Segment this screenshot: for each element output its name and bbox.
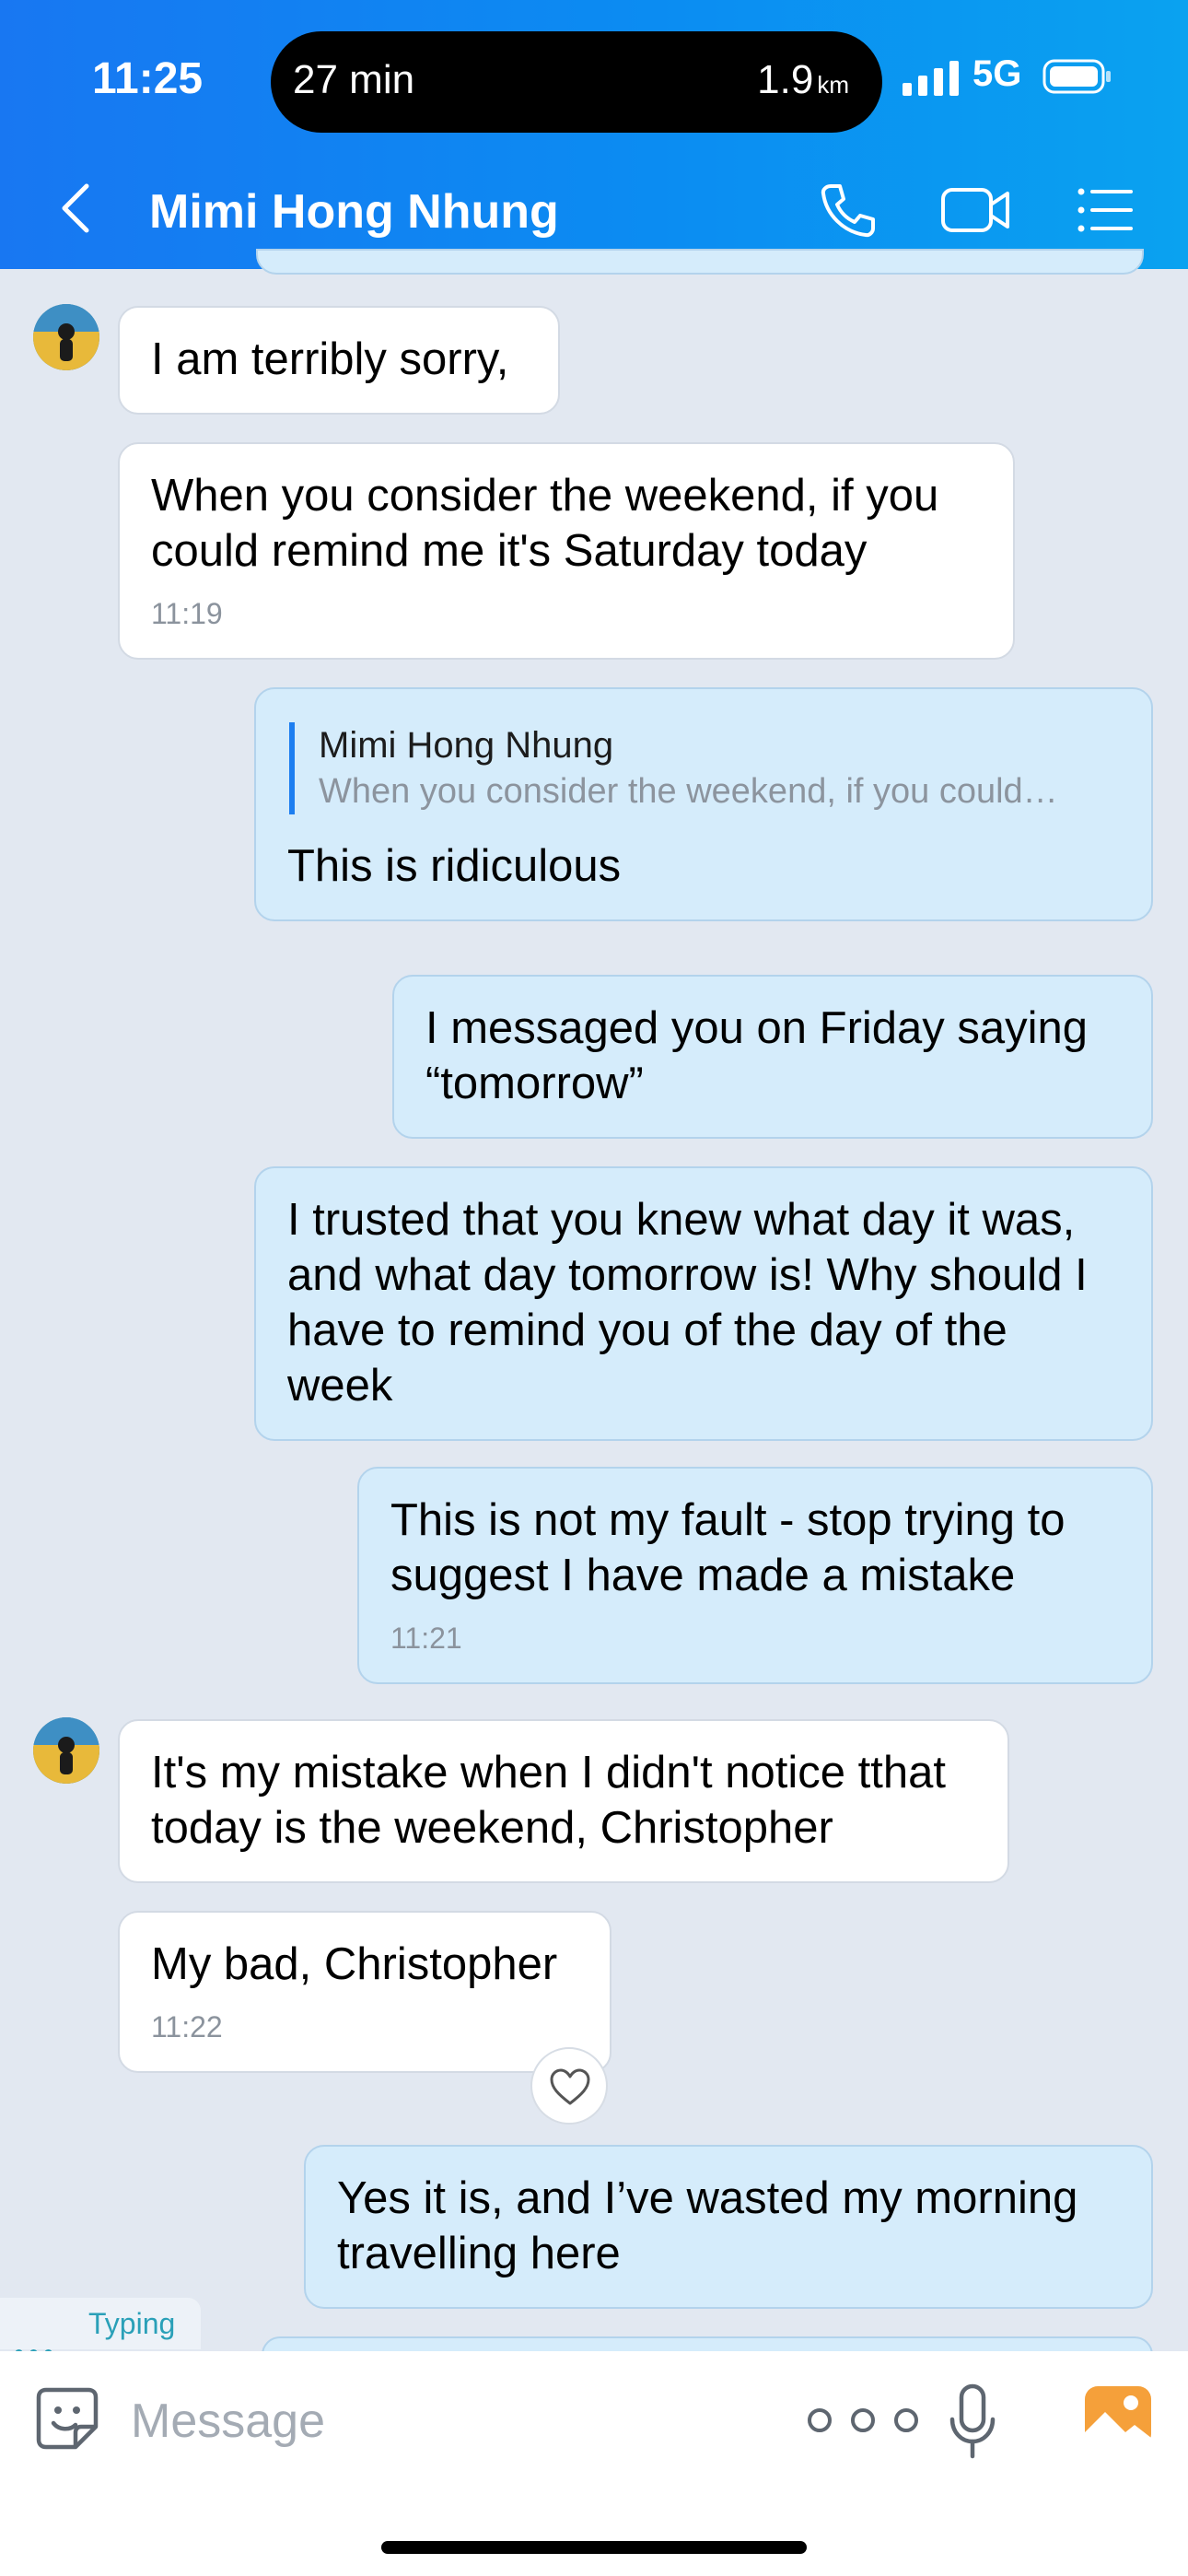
message-bubble-incoming[interactable]: I am terribly sorry,: [118, 306, 560, 415]
island-duration: 27 min: [293, 57, 415, 102]
message-bubble-outgoing[interactable]: This is not my fault - stop trying to su…: [357, 1467, 1153, 1684]
contact-avatar[interactable]: [33, 304, 99, 370]
chevron-left-icon[interactable]: [57, 181, 94, 236]
message-text: I trusted that you knew what day it was,…: [287, 1195, 1088, 1411]
message-bubble-incoming[interactable]: When you consider the weekend, if you co…: [118, 442, 1015, 660]
message-text: It's my mistake when I didn't notice tth…: [151, 1748, 946, 1853]
reply-quote-name: Mimi Hong Nhung: [319, 725, 614, 766]
network-type: 5G: [973, 53, 1022, 94]
chat-title[interactable]: Mimi Hong Nhung: [149, 184, 559, 240]
message-text: This is not my fault - stop trying to su…: [390, 1495, 1066, 1600]
status-time: 11:25: [92, 54, 204, 103]
message-bubble-outgoing[interactable]: I messaged you on Friday saying “tomorro…: [392, 975, 1153, 1139]
message-text: This is ridiculous: [287, 841, 622, 891]
message-text: I messaged you on Friday saying “tomorro…: [425, 1003, 1089, 1108]
message-bubble-incoming[interactable]: It's my mistake when I didn't notice tth…: [118, 1719, 1009, 1883]
reply-quote[interactable]: Mimi Hong Nhung When you consider the we…: [289, 722, 1120, 814]
home-indicator[interactable]: [381, 2541, 807, 2554]
heart-icon: [550, 2068, 590, 2105]
previous-message-bubble[interactable]: [256, 249, 1144, 275]
battery-icon: [1042, 59, 1111, 94]
dynamic-island[interactable]: 27 min 1.9 km: [271, 31, 882, 133]
typing-indicator: Typing: [0, 2298, 201, 2358]
message-bubble-outgoing[interactable]: I trusted that you knew what day it was,…: [254, 1166, 1153, 1441]
message-input[interactable]: [129, 2388, 685, 2454]
image-icon[interactable]: [1083, 2384, 1153, 2449]
reaction-button[interactable]: [530, 2047, 608, 2125]
avatar-image: [33, 304, 99, 370]
message-time: 11:22: [151, 2010, 223, 2043]
message-bubble-outgoing[interactable]: Yes it is, and I’ve wasted my morning tr…: [304, 2145, 1153, 2309]
message-time: 11:19: [151, 597, 223, 630]
avatar-image: [33, 1717, 99, 1784]
island-distance: 1.9 km: [757, 57, 849, 103]
message-bubble-outgoing[interactable]: Mimi Hong Nhung When you consider the we…: [254, 687, 1153, 921]
video-camera-icon[interactable]: [939, 182, 1013, 238]
phone-icon[interactable]: [818, 181, 877, 240]
message-text: I am terribly sorry,: [151, 334, 509, 384]
list-icon[interactable]: [1076, 184, 1135, 236]
sticker-icon[interactable]: [33, 2384, 101, 2453]
message-time: 11:21: [390, 1622, 462, 1655]
message-text: Yes it is, and I’ve wasted my morning tr…: [337, 2173, 1078, 2278]
message-text: When you consider the weekend, if you co…: [151, 471, 939, 576]
microphone-icon[interactable]: [949, 2383, 996, 2460]
reply-quote-text: When you consider the weekend, if you co…: [319, 772, 1058, 811]
typing-label: Typing: [88, 2307, 176, 2340]
more-dots-icon[interactable]: [803, 2406, 923, 2434]
message-composer: [0, 2351, 1188, 2576]
signal-icon: [903, 61, 959, 96]
chat-header: 11:25 27 min 1.9 km 5G Mimi Hong Nhung: [0, 0, 1188, 269]
message-text: My bad, Christopher: [151, 1939, 558, 1989]
island-distance-unit: km: [817, 71, 849, 99]
contact-avatar[interactable]: [33, 1717, 99, 1784]
message-bubble-incoming[interactable]: My bad, Christopher 11:22: [118, 1911, 611, 2073]
island-distance-value: 1.9: [757, 57, 814, 102]
